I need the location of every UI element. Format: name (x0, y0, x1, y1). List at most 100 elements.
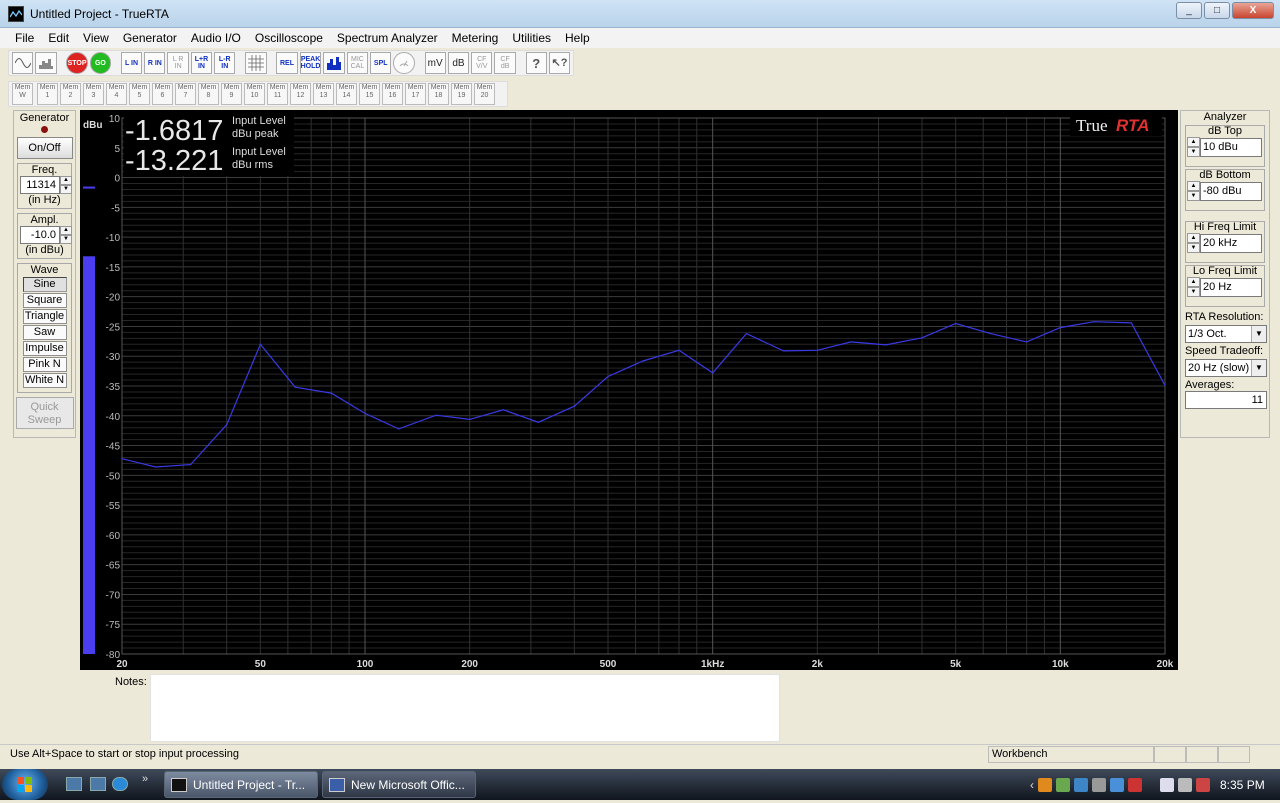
cf-vv-button[interactable]: CF V/V (471, 52, 493, 74)
db-top-down-icon[interactable]: ▼ (1187, 147, 1200, 157)
chevron-left-icon[interactable]: ‹ (1030, 778, 1034, 792)
network-icon[interactable] (1160, 777, 1174, 792)
wave-impulse-button[interactable]: Impulse (22, 341, 67, 356)
tray-app-icon[interactable] (1038, 777, 1052, 792)
freq-down-icon[interactable]: ▼ (60, 185, 72, 194)
tray-app-icon[interactable] (1074, 777, 1088, 792)
mem-button-20[interactable]: Mem 20 (474, 83, 495, 105)
rel-button[interactable]: REL (276, 52, 298, 74)
start-button[interactable] (2, 769, 48, 800)
menu-utilities[interactable]: Utilities (505, 31, 558, 45)
menu-audio-io[interactable]: Audio I/O (184, 31, 248, 45)
context-help-icon[interactable]: ↖? (548, 52, 571, 74)
db-bottom-input[interactable]: -80 dBu (1200, 181, 1262, 201)
grid-icon[interactable] (245, 52, 267, 74)
lo-freq-up-icon[interactable]: ▲ (1187, 277, 1200, 287)
peak-hold-button[interactable]: PEAK HOLD (299, 52, 322, 74)
menu-spectrum-analyzer[interactable]: Spectrum Analyzer (330, 31, 445, 45)
speed-tradeoff-select[interactable]: 20 Hz (slow) ▼ (1185, 359, 1267, 377)
mem-button-1[interactable]: Mem 1 (37, 83, 58, 105)
left-in-button[interactable]: L IN (120, 52, 143, 74)
mem-button-13[interactable]: Mem 13 (313, 83, 334, 105)
freq-up-icon[interactable]: ▲ (60, 176, 72, 185)
meter-icon[interactable] (393, 52, 415, 74)
db-button[interactable]: dB (447, 52, 470, 74)
ampl-down-icon[interactable]: ▼ (60, 235, 72, 244)
hi-freq-input[interactable]: 20 kHz (1200, 233, 1262, 253)
security-icon[interactable] (1196, 777, 1210, 792)
mem-button-18[interactable]: Mem 18 (428, 83, 449, 105)
averages-input[interactable]: 11 (1185, 391, 1267, 409)
chevron-right-icon[interactable]: » (142, 773, 148, 785)
menu-oscilloscope[interactable]: Oscilloscope (248, 31, 330, 45)
hi-freq-down-icon[interactable]: ▼ (1187, 243, 1200, 253)
cf-db-button[interactable]: CF dB (494, 52, 516, 74)
menu-edit[interactable]: Edit (41, 31, 76, 45)
db-bottom-up-icon[interactable]: ▲ (1187, 181, 1200, 191)
internet-explorer-icon[interactable] (112, 777, 128, 791)
ampl-up-icon[interactable]: ▲ (60, 226, 72, 235)
task-truerta[interactable]: Untitled Project - Tr... (164, 771, 318, 798)
chevron-down-icon[interactable]: ▼ (1251, 326, 1266, 342)
db-top-input[interactable]: 10 dBu (1200, 137, 1262, 157)
mem-button-15[interactable]: Mem 15 (359, 83, 380, 105)
mem-button-17[interactable]: Mem 17 (405, 83, 426, 105)
mem-button-5[interactable]: Mem 5 (129, 83, 150, 105)
lo-freq-down-icon[interactable]: ▼ (1187, 287, 1200, 297)
wave-sine-button[interactable]: Sine (22, 277, 67, 292)
menu-generator[interactable]: Generator (116, 31, 184, 45)
mem-button-16[interactable]: Mem 16 (382, 83, 403, 105)
show-desktop-icon[interactable] (66, 777, 82, 791)
tray-app-icon[interactable] (1110, 777, 1124, 792)
mem-button-10[interactable]: Mem 10 (244, 83, 265, 105)
wave-square-button[interactable]: Square (22, 293, 67, 308)
mem-button-8[interactable]: Mem 8 (198, 83, 219, 105)
chevron-down-icon[interactable]: ▼ (1251, 360, 1266, 376)
quick-sweep-button[interactable]: Quick Sweep (15, 397, 74, 429)
wave-triangle-button[interactable]: Triangle (22, 309, 67, 324)
stop-button[interactable]: STOP (66, 52, 88, 74)
generator-onoff-button[interactable]: On/Off (16, 137, 73, 159)
mem-button-3[interactable]: Mem 3 (83, 83, 104, 105)
notes-textarea[interactable] (150, 674, 780, 742)
mem-button-11[interactable]: Mem 11 (267, 83, 288, 105)
mem-button-4[interactable]: Mem 4 (106, 83, 127, 105)
hi-freq-up-icon[interactable]: ▲ (1187, 233, 1200, 243)
mem-button-9[interactable]: Mem 9 (221, 83, 242, 105)
spectrum-graph[interactable]: 10 5 0 -5 -10 -15 -20 -25 -30 -35 -40 -45 -50 -55 -60-… (80, 110, 1178, 670)
minimize-button[interactable]: _ (1176, 2, 1202, 19)
mem-button-w[interactable]: Mem W (12, 83, 33, 105)
menu-help[interactable]: Help (558, 31, 597, 45)
spl-button[interactable]: SPL (370, 52, 392, 74)
menu-view[interactable]: View (76, 31, 116, 45)
task-office[interactable]: New Microsoft Offic... (322, 771, 476, 798)
spectrum-icon[interactable] (35, 52, 57, 74)
tray-app-icon[interactable] (1092, 777, 1106, 792)
speaker-icon[interactable] (1178, 777, 1192, 792)
menu-file[interactable]: File (8, 31, 41, 45)
menu-metering[interactable]: Metering (445, 31, 506, 45)
wave-saw-button[interactable]: Saw (22, 325, 67, 340)
rta-resolution-select[interactable]: 1/3 Oct. ▼ (1185, 325, 1267, 343)
wave-pink-noise-button[interactable]: Pink N (22, 357, 67, 372)
l-minus-r-in-button[interactable]: L-R IN (214, 52, 236, 74)
mem-button-7[interactable]: Mem 7 (175, 83, 196, 105)
lr-in-button[interactable]: L R IN (167, 52, 189, 74)
tray-app-icon[interactable] (1056, 777, 1070, 792)
wave-white-noise-button[interactable]: White N (22, 373, 67, 388)
mem-button-14[interactable]: Mem 14 (336, 83, 357, 105)
mem-button-12[interactable]: Mem 12 (290, 83, 311, 105)
mem-button-2[interactable]: Mem 2 (60, 83, 81, 105)
right-in-button[interactable]: R IN (144, 52, 166, 74)
db-top-up-icon[interactable]: ▲ (1187, 137, 1200, 147)
ampl-input[interactable]: -10.0 (20, 226, 60, 244)
lo-freq-input[interactable]: 20 Hz (1200, 277, 1262, 297)
db-bottom-down-icon[interactable]: ▼ (1187, 191, 1200, 201)
bar-graph-icon[interactable] (323, 52, 345, 74)
switch-windows-icon[interactable] (90, 777, 106, 791)
clock[interactable]: 8:35 PM (1220, 778, 1265, 792)
help-icon[interactable]: ? (525, 52, 547, 74)
tray-app-icon[interactable] (1128, 777, 1142, 792)
close-button[interactable]: X (1232, 2, 1274, 19)
freq-input[interactable]: 11314 (20, 176, 60, 194)
